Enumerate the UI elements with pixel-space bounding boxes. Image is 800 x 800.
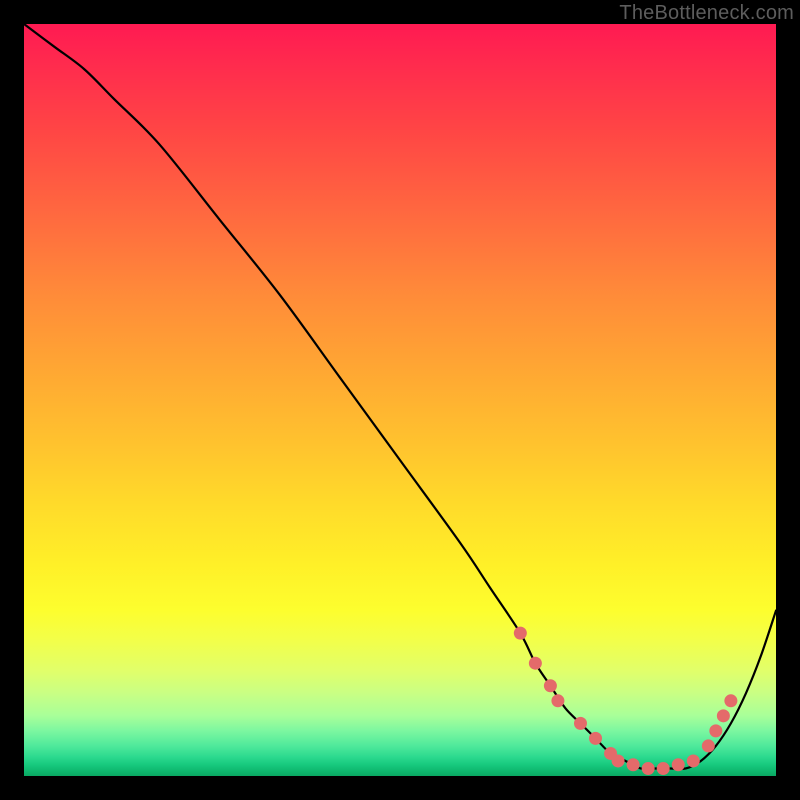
data-marker <box>529 657 542 670</box>
data-marker <box>709 724 722 737</box>
data-marker <box>657 762 670 775</box>
data-marker <box>589 732 602 745</box>
data-marker <box>672 758 685 771</box>
data-marker <box>551 694 564 707</box>
marker-group <box>514 627 738 775</box>
data-marker <box>574 717 587 730</box>
data-marker <box>544 679 557 692</box>
data-marker <box>702 739 715 752</box>
chart-overlay <box>24 24 776 776</box>
data-marker <box>724 694 737 707</box>
chart-frame: TheBottleneck.com <box>0 0 800 800</box>
data-marker <box>612 754 625 767</box>
data-marker <box>627 758 640 771</box>
data-marker <box>717 709 730 722</box>
bottleneck-curve <box>24 24 776 769</box>
watermark-text: TheBottleneck.com <box>619 2 794 25</box>
data-marker <box>514 627 527 640</box>
plot-area <box>24 24 776 776</box>
data-marker <box>687 754 700 767</box>
data-marker <box>642 762 655 775</box>
